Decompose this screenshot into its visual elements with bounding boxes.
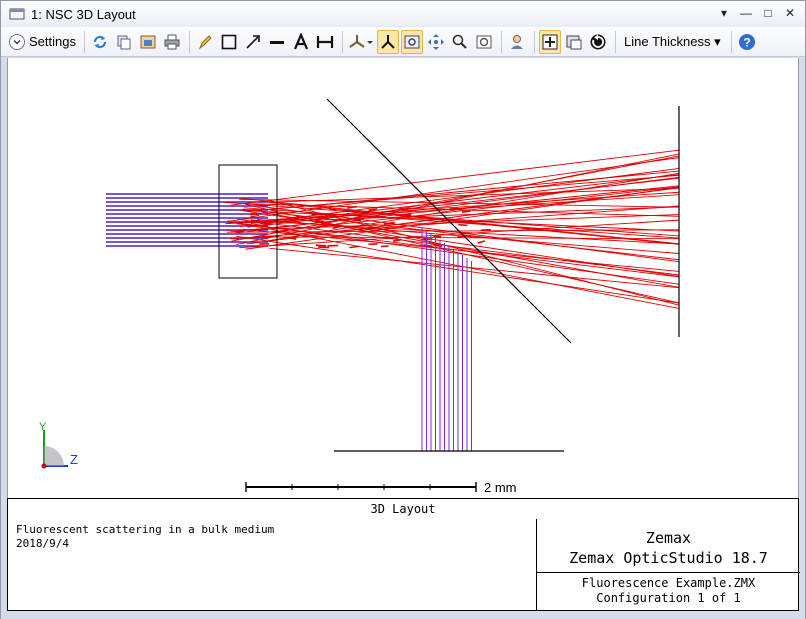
- chevron-down-icon: [9, 33, 25, 50]
- zoom-window-icon[interactable]: [400, 29, 423, 54]
- settings-button[interactable]: Settings: [7, 33, 80, 50]
- scatter-mark: [329, 208, 337, 211]
- axis-y-label: Y: [39, 421, 47, 433]
- scatter-mark: [349, 245, 360, 249]
- zoom-icon[interactable]: [449, 30, 471, 54]
- scatter-mark: [461, 210, 471, 213]
- toolbar-separator: [83, 30, 85, 53]
- axes-dropdown-icon[interactable]: [347, 30, 375, 54]
- description-text: Fluorescent scattering in a bulk medium: [16, 523, 275, 536]
- title-bar: 1: NSC 3D Layout ▾ — □ ✕: [1, 1, 805, 27]
- maximize-button[interactable]: □: [759, 4, 777, 22]
- print-icon[interactable]: [161, 30, 183, 54]
- toolbar-separator: [341, 30, 343, 53]
- scatter-mark: [449, 207, 459, 210]
- rotate-icon[interactable]: [587, 30, 609, 54]
- export-icon[interactable]: [563, 30, 585, 54]
- svg-text:?: ?: [743, 35, 750, 49]
- scatter-mark: [249, 209, 257, 212]
- scatter-mark: [250, 215, 258, 219]
- scatter-mark: [315, 244, 327, 247]
- save-image-icon[interactable]: [137, 30, 159, 54]
- rectangle-icon[interactable]: [218, 30, 240, 54]
- fit-icon[interactable]: [538, 29, 561, 54]
- company-text: Zemax: [645, 529, 692, 547]
- line-thickness-dropdown[interactable]: Line Thickness ▾: [620, 30, 725, 54]
- minimize-button[interactable]: —: [737, 4, 755, 22]
- line-icon[interactable]: [266, 30, 288, 54]
- toolbar-separator: [533, 30, 535, 53]
- layout-canvas[interactable]: Y Z 2 mm: [7, 58, 799, 498]
- settings-label: Settings: [29, 34, 76, 49]
- scatter-mark: [477, 240, 486, 244]
- fluorescence-ray: [269, 247, 680, 289]
- toolbar-separator: [730, 30, 732, 53]
- toolbar: Settings Line Thickness ▾ ?: [1, 27, 805, 57]
- copy-icon[interactable]: [113, 30, 135, 54]
- scatter-mark: [458, 223, 468, 227]
- configuration-text: Configuration 1 of 1: [596, 591, 741, 605]
- reset-view-icon[interactable]: [473, 30, 495, 54]
- nsc-3d-layout-window: 1: NSC 3D Layout ▾ — □ ✕ Settings Line T…: [0, 0, 806, 619]
- scatter-mark: [237, 222, 245, 225]
- window-icon: [9, 8, 25, 20]
- layout-caption: 3D Layout: [7, 498, 799, 520]
- pencil-icon[interactable]: [194, 30, 216, 54]
- date-text: 2018/9/4: [16, 537, 69, 550]
- window-bottom-border: [1, 612, 805, 619]
- file-name-text: Fluorescence Example.ZMX: [581, 576, 756, 590]
- axis-z-label: Z: [70, 452, 78, 467]
- help-icon[interactable]: ?: [736, 30, 758, 54]
- scatter-mark: [392, 238, 402, 242]
- scatter-mark: [230, 237, 239, 241]
- arrow-icon[interactable]: [242, 30, 264, 54]
- axis-triad: Y Z: [39, 421, 78, 469]
- ray-trace-plot: Y Z 2 mm: [39, 98, 680, 495]
- scatter-mark: [457, 235, 464, 238]
- ray-paths: [106, 149, 680, 451]
- close-button[interactable]: ✕: [781, 4, 799, 22]
- orient-icon[interactable]: [376, 29, 399, 54]
- scatter-mark: [380, 245, 389, 248]
- scatter-mark: [250, 219, 260, 222]
- product-text: Zemax OpticStudio 18.7: [569, 549, 768, 567]
- toolbar-separator: [614, 30, 616, 53]
- dimension-icon[interactable]: [314, 30, 336, 54]
- window-menu-button[interactable]: ▾: [715, 4, 733, 22]
- user-icon[interactable]: [506, 30, 528, 54]
- scatter-mark: [260, 222, 272, 226]
- scatter-mark: [375, 215, 386, 219]
- toolbar-separator: [500, 30, 502, 53]
- window-title: 1: NSC 3D Layout: [31, 6, 136, 22]
- title-block: Fluorescent scattering in a bulk medium …: [7, 519, 800, 611]
- scatter-mark: [292, 216, 299, 219]
- scale-label: 2 mm: [484, 480, 517, 495]
- text-icon[interactable]: [290, 30, 312, 54]
- pan-icon[interactable]: [425, 30, 447, 54]
- scatter-mark: [342, 210, 355, 213]
- toolbar-separator: [188, 30, 190, 53]
- refresh-icon[interactable]: [89, 30, 111, 54]
- scale-bar: 2 mm: [245, 480, 517, 495]
